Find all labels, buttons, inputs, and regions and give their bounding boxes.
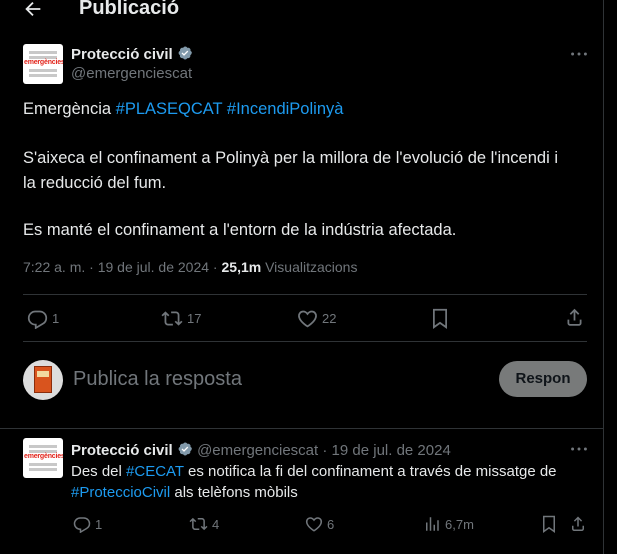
tweet-text-line1: Emergència #PLASEQCAT #IncendiPolinyà [23, 97, 343, 122]
bookmark-button[interactable] [541, 515, 557, 533]
tweet-text-prefix: Emergència [23, 100, 116, 118]
hashtag-link[interactable]: #PLASEQCAT [116, 100, 223, 118]
reply-submit-button[interactable]: Respon [499, 361, 587, 397]
like-count: 6 [327, 516, 335, 532]
divider [0, 428, 604, 429]
divider [23, 341, 587, 342]
reply-button[interactable]: 1 [27, 308, 59, 329]
share-button[interactable] [569, 514, 587, 533]
tweet-time[interactable]: 7:22 a. m. [23, 259, 85, 275]
avatar-logo-text: emergències [24, 453, 63, 460]
reply-author-name[interactable]: Protecció civil [71, 442, 173, 459]
tweet-text-para3: Es manté el confinament a l'entorn de la… [23, 221, 457, 239]
avatar-image [34, 366, 52, 393]
retweet-count: 17 [187, 311, 202, 326]
reply-count: 1 [52, 311, 60, 326]
author-avatar[interactable]: emergències [23, 44, 63, 84]
main-column: Publicació emergències Protecció civil @… [0, 0, 604, 554]
bookmark-icon [543, 515, 555, 533]
reply-icon [73, 517, 91, 533]
reply-text-line: Des del #CECAT es notifica la fi del con… [71, 461, 557, 482]
tweet-text-line: S'aixeca el confinament a Polinyà per la… [23, 149, 558, 167]
back-arrow-icon[interactable] [22, 0, 44, 20]
reply-date[interactable]: 19 de jul. de 2024 [332, 442, 451, 459]
more-icon[interactable] [568, 438, 590, 460]
separator-dot: · [322, 442, 328, 459]
author-name[interactable]: Protecció civil [71, 46, 173, 63]
reply-author-row: Protecció civil @emergenciescat · 19 de … [71, 441, 451, 459]
author-name-row: Protecció civil [71, 45, 193, 64]
views-label: Visualitzacions [265, 259, 358, 275]
retweet-icon [189, 517, 208, 531]
page-header: Publicació [0, 0, 604, 24]
tweet-text-para2: S'aixeca el confinament a Polinyà per la… [23, 146, 558, 196]
like-icon [298, 310, 317, 328]
bookmark-icon [433, 308, 447, 329]
author-handle[interactable]: @emergenciescat [71, 65, 192, 82]
like-button[interactable]: 6 [305, 515, 334, 533]
retweet-count: 4 [212, 516, 220, 532]
retweet-button[interactable]: 17 [161, 308, 201, 329]
like-count: 22 [322, 311, 337, 326]
verified-badge-icon [178, 46, 193, 60]
user-avatar[interactable] [23, 360, 63, 400]
tweet-date[interactable]: 19 de jul. de 2024 [98, 259, 209, 275]
reply-text-line: #ProteccioCivil als telèfons mòbils [71, 482, 557, 503]
retweet-icon [161, 311, 183, 326]
verified-badge-icon [178, 442, 192, 456]
tweet-text-line: la reducció del fum. [23, 174, 167, 192]
tweet-meta: 7:22 a. m. · 19 de jul. de 2024 · 25,1m … [23, 259, 358, 275]
hashtag-link[interactable]: #ProteccioCivil [71, 484, 170, 501]
reply-author-handle[interactable]: @emergenciescat [197, 442, 318, 459]
bookmark-button[interactable] [431, 308, 449, 329]
reply-text-prefix: Des del [71, 463, 127, 480]
hashtag-link[interactable]: #CECAT [126, 463, 184, 480]
more-icon[interactable] [568, 43, 590, 65]
hashtag-link[interactable]: #IncendiPolinyà [227, 100, 344, 118]
reply-text-suffix: als telèfons mòbils [170, 484, 298, 501]
share-icon [572, 516, 584, 531]
views-count: 25,1m [221, 259, 262, 275]
avatar-logo-text: emergències [24, 59, 63, 66]
views-icon [426, 517, 439, 531]
reply-button[interactable]: 1 [73, 515, 102, 533]
reply-author-avatar[interactable]: emergències [23, 438, 63, 478]
retweet-button[interactable]: 4 [189, 515, 219, 533]
reply-input[interactable]: Publica la resposta [73, 368, 242, 391]
share-icon [567, 308, 582, 326]
views-count: 6,7m [445, 516, 474, 532]
divider [23, 294, 587, 295]
reply-text: Des del #CECAT es notifica la fi del con… [71, 461, 557, 503]
reply-icon [27, 310, 48, 329]
like-icon [305, 517, 323, 532]
page-title: Publicació [79, 0, 180, 19]
like-button[interactable]: 22 [297, 308, 336, 329]
views-button[interactable]: 6,7m [423, 515, 474, 533]
reply-count: 1 [95, 516, 103, 532]
reply-text-mid: es notifica la fi del confinament a trav… [183, 463, 557, 480]
share-button[interactable] [564, 306, 585, 328]
